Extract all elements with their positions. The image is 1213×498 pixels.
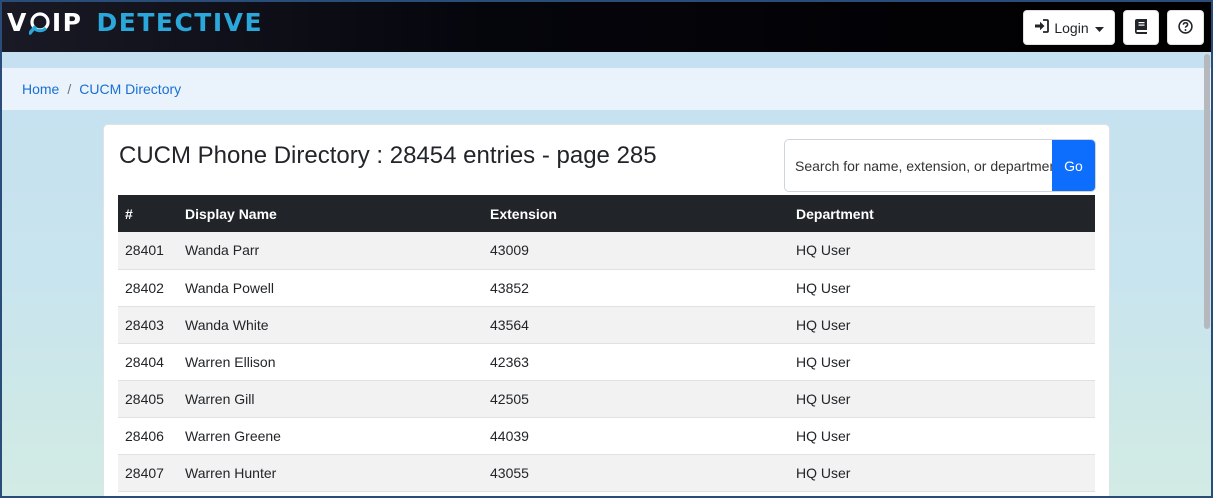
cell-extension: 44039 xyxy=(490,427,529,444)
cell-number: 28405 xyxy=(125,390,164,407)
cell-display-name: Wanda Parr xyxy=(185,242,260,259)
cell-department: HQ User xyxy=(796,353,851,370)
cell-extension: 43009 xyxy=(490,242,529,259)
cell-display-name: Wanda Powell xyxy=(185,279,274,296)
cell-extension: 43852 xyxy=(490,279,529,296)
directory-card: CUCM Phone Directory : 28454 entries - p… xyxy=(103,124,1110,498)
logo-letter-v: V xyxy=(7,7,28,37)
table-row[interactable]: 28405 Warren Gill 42505 HQ User xyxy=(118,380,1095,417)
search-go-button[interactable]: Go xyxy=(1052,140,1095,191)
search-input[interactable] xyxy=(785,140,1053,191)
sign-in-icon xyxy=(1034,19,1050,36)
cell-display-name: Wanda White xyxy=(185,316,269,333)
table-row[interactable]: 28401 Wanda Parr 43009 HQ User xyxy=(118,232,1095,269)
cell-number: 28407 xyxy=(125,464,164,481)
cell-number: 28402 xyxy=(125,279,164,296)
book-icon xyxy=(1135,18,1147,37)
cell-number: 28406 xyxy=(125,427,164,444)
top-navbar: V IP DETECTIVE Login xyxy=(0,0,1213,52)
search-form: Go xyxy=(784,139,1096,192)
cell-department: HQ User xyxy=(796,464,851,481)
table-header-row: # Display Name Extension Department xyxy=(118,195,1095,232)
breadcrumb-cucm-directory-link[interactable]: CUCM Directory xyxy=(79,81,181,97)
cell-number: 28403 xyxy=(125,316,164,333)
voip-detective-logo[interactable]: V IP DETECTIVE xyxy=(7,7,263,37)
login-dropdown-button[interactable]: Login xyxy=(1023,10,1115,45)
column-header-extension[interactable]: Extension xyxy=(483,195,789,232)
cell-display-name: Warren Hunter xyxy=(185,464,277,481)
cell-extension: 42505 xyxy=(490,390,529,407)
cell-number: 28404 xyxy=(125,353,164,370)
vertical-scrollbar[interactable] xyxy=(1201,52,1211,496)
table-row[interactable]: 28404 Warren Ellison 42363 HQ User xyxy=(118,343,1095,380)
breadcrumb-home-link[interactable]: Home xyxy=(22,81,59,97)
cell-extension: 43564 xyxy=(490,316,529,333)
cell-extension: 42363 xyxy=(490,353,529,370)
cell-department: HQ User xyxy=(796,279,851,296)
logo-text-detective: DETECTIVE xyxy=(96,7,264,37)
breadcrumb: Home / CUCM Directory xyxy=(2,68,1211,110)
caret-down-icon xyxy=(1094,20,1104,36)
page-title: CUCM Phone Directory : 28454 entries - p… xyxy=(119,142,657,169)
cell-extension: 43055 xyxy=(490,464,529,481)
documentation-button[interactable] xyxy=(1123,10,1159,45)
column-header-display-name[interactable]: Display Name xyxy=(178,195,483,232)
cell-department: HQ User xyxy=(796,242,851,259)
login-label: Login xyxy=(1054,19,1089,36)
magnifier-o-icon xyxy=(28,9,51,35)
cell-display-name: Warren Ellison xyxy=(185,353,276,370)
cell-department: HQ User xyxy=(796,427,851,444)
column-header-department[interactable]: Department xyxy=(789,195,1095,232)
scrollbar-thumb[interactable] xyxy=(1204,54,1210,329)
cell-display-name: Warren Gill xyxy=(185,390,255,407)
table-row[interactable]: 28406 Warren Greene 44039 HQ User xyxy=(118,417,1095,454)
cell-number: 28401 xyxy=(125,242,164,259)
cell-display-name: Warren Greene xyxy=(185,427,281,444)
breadcrumb-separator: / xyxy=(67,81,72,97)
cell-department: HQ User xyxy=(796,316,851,333)
cell-department: HQ User xyxy=(796,390,851,407)
table-row[interactable]: 28402 Wanda Powell 43852 HQ User xyxy=(118,269,1095,306)
table-row[interactable]: 28407 Warren Hunter 43055 HQ User xyxy=(118,454,1095,491)
help-button[interactable] xyxy=(1167,10,1204,45)
column-header-number[interactable]: # xyxy=(118,195,178,232)
logo-text-ip: IP xyxy=(51,7,83,37)
table-row[interactable]: 28403 Wanda White 43564 HQ User xyxy=(118,306,1095,343)
question-circle-icon xyxy=(1178,18,1193,37)
directory-table: # Display Name Extension Department 2840… xyxy=(118,195,1095,492)
